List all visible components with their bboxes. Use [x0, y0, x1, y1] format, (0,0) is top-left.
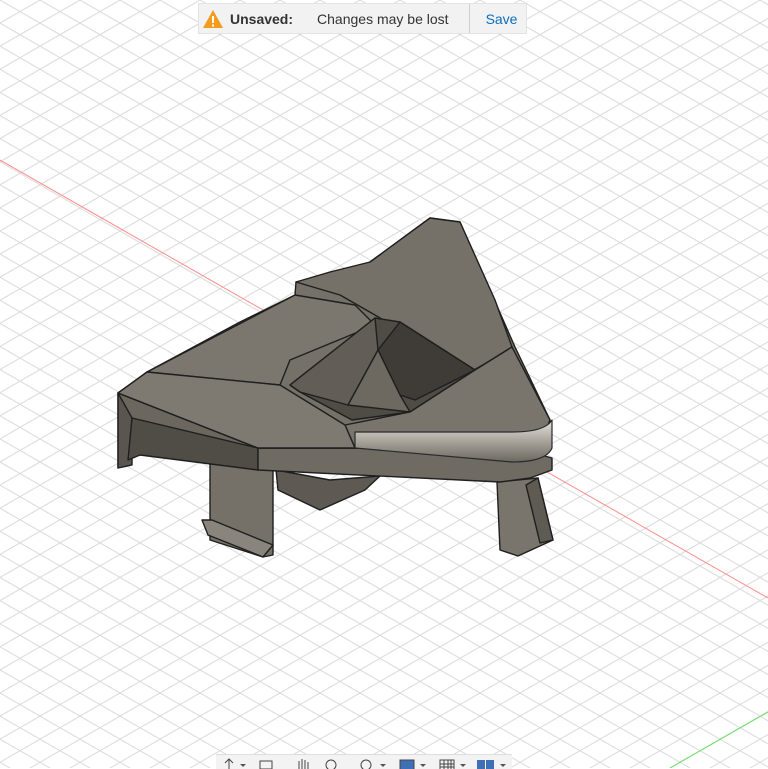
look-at-icon[interactable] — [258, 758, 274, 769]
zoom-icon[interactable] — [324, 758, 340, 769]
display-settings-icon[interactable] — [398, 758, 416, 769]
viewports-dropdown-icon[interactable] — [500, 764, 506, 767]
warning-icon — [203, 9, 223, 28]
viewports-icon[interactable] — [476, 758, 496, 769]
grid-dropdown-icon[interactable] — [460, 764, 466, 767]
orbit-dropdown-icon[interactable] — [240, 764, 246, 767]
notification-divider — [468, 4, 470, 33]
fit-icon[interactable] — [358, 758, 374, 769]
display-dropdown-icon[interactable] — [420, 764, 426, 767]
unsaved-label: Unsaved: — [230, 10, 294, 27]
fit-dropdown-icon[interactable] — [380, 764, 386, 767]
grid-settings-icon[interactable] — [438, 758, 456, 769]
pan-icon[interactable] — [296, 758, 310, 769]
canvas-viewport[interactable] — [0, 0, 768, 768]
save-button[interactable]: Save — [486, 11, 518, 27]
unsaved-message: Changes may be lost — [317, 10, 449, 27]
unsaved-notification: Unsaved: Changes may be lost Save — [198, 3, 527, 34]
orbit-icon[interactable] — [222, 758, 236, 769]
navigation-toolbar — [216, 754, 512, 769]
